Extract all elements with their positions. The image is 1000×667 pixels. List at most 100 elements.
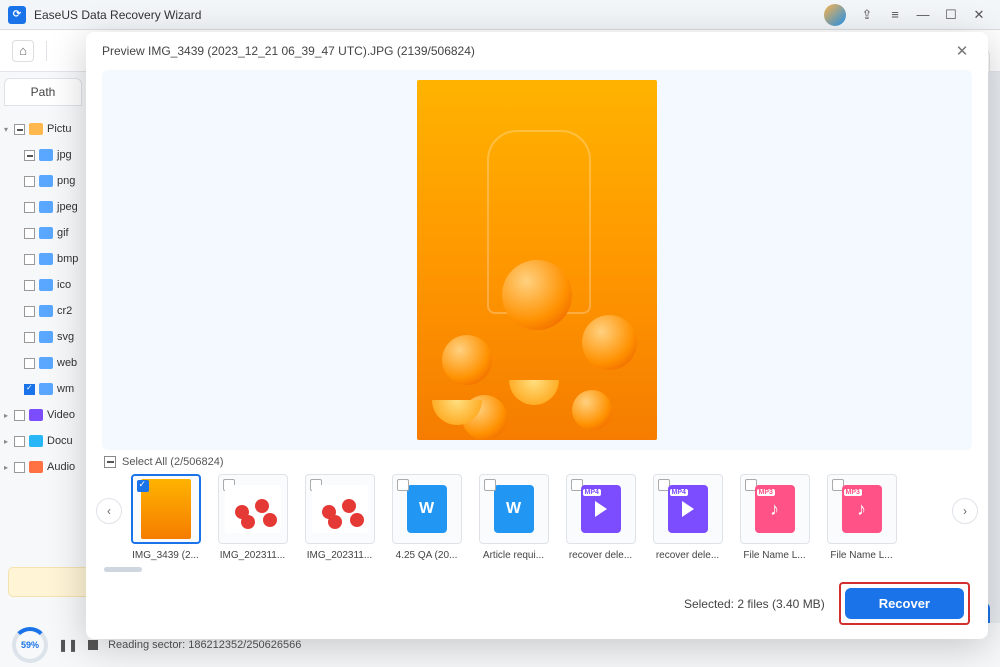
vid-icon <box>29 409 43 421</box>
stop-icon[interactable] <box>88 640 98 650</box>
modal-title: Preview IMG_3439 (2023_12_21 06_39_47 UT… <box>102 44 475 58</box>
tree-checkbox[interactable] <box>24 150 35 161</box>
tree-label: gif <box>57 227 69 239</box>
thumb-box[interactable]: ♪MP3 <box>827 474 897 544</box>
tree-item-gif[interactable]: gif <box>0 220 86 246</box>
thumb-item[interactable]: IMG_202311... <box>215 474 290 561</box>
select-all-row[interactable]: Select All (2/506824) <box>86 450 988 470</box>
tree-checkbox[interactable] <box>24 176 35 187</box>
tree-item-pictu[interactable]: ▾Pictu <box>0 116 86 142</box>
thumb-item[interactable]: IMG_3439 (2... <box>128 474 203 561</box>
thumb-label: recover dele... <box>650 550 725 561</box>
tree-checkbox[interactable] <box>24 280 35 291</box>
tree-label: Video <box>47 409 75 421</box>
preview-image <box>417 80 657 440</box>
tree-checkbox[interactable] <box>24 228 35 239</box>
thumbnails-row: ‹ IMG_3439 (2... IMG_202311... IMG_202311.… <box>86 470 988 561</box>
folder-icon <box>39 201 53 213</box>
tree-item-ico[interactable]: ico <box>0 272 86 298</box>
tree-label: jpg <box>57 149 72 161</box>
tree-item-png[interactable]: png <box>0 168 86 194</box>
tree-checkbox[interactable] <box>24 202 35 213</box>
tree-label: ico <box>57 279 71 291</box>
thumb-label: IMG_3439 (2... <box>128 550 203 561</box>
thumb-item[interactable]: IMG_202311... <box>302 474 377 561</box>
tree-label: web <box>57 357 77 369</box>
tree-item-audio[interactable]: ▸Audio <box>0 454 86 480</box>
tree-checkbox[interactable] <box>24 306 35 317</box>
app-icon: ⟳ <box>8 6 26 24</box>
modal-close-icon[interactable]: ✕ <box>952 41 972 61</box>
tree-label: Audio <box>47 461 75 473</box>
tree-checkbox[interactable] <box>24 254 35 265</box>
menu-icon[interactable]: ≡ <box>882 4 908 26</box>
thumb-box[interactable] <box>218 474 288 544</box>
thumb-item[interactable]: W Article requi... <box>476 474 551 561</box>
folder-icon <box>39 175 53 187</box>
tree-label: png <box>57 175 75 187</box>
folder-icon <box>39 149 53 161</box>
tree-checkbox[interactable] <box>14 124 25 135</box>
thumb-box[interactable]: MP4 <box>566 474 636 544</box>
folder-icon <box>39 227 53 239</box>
tree-item-jpeg[interactable]: jpeg <box>0 194 86 220</box>
recover-highlight: Recover <box>839 582 970 625</box>
tree-item-docu[interactable]: ▸Docu <box>0 428 86 454</box>
thumb-label: 4.25 QA (20... <box>389 550 464 561</box>
thumb-item[interactable]: ♪MP3File Name L... <box>737 474 812 561</box>
thumb-box[interactable] <box>305 474 375 544</box>
folder-icon <box>39 305 53 317</box>
select-all-checkbox[interactable] <box>104 456 116 468</box>
share-icon[interactable]: ⇪ <box>854 4 880 26</box>
thumb-checkbox[interactable] <box>397 479 409 491</box>
tree-checkbox[interactable] <box>24 358 35 369</box>
minimize-button[interactable]: — <box>910 4 936 26</box>
tree-checkbox[interactable] <box>14 462 25 473</box>
thumb-box[interactable]: W <box>479 474 549 544</box>
thumbs-next-button[interactable]: › <box>952 498 978 524</box>
tree-item-web[interactable]: web <box>0 350 86 376</box>
thumb-label: IMG_202311... <box>302 550 377 561</box>
toolbar-separator <box>46 41 47 61</box>
recover-button[interactable]: Recover <box>845 588 964 619</box>
tree-label: wm <box>57 383 74 395</box>
tree-item-jpg[interactable]: jpg <box>0 142 86 168</box>
home-button[interactable]: ⌂ <box>12 40 34 62</box>
tree-checkbox[interactable] <box>24 384 35 395</box>
folder-icon <box>39 331 53 343</box>
tree-item-bmp[interactable]: bmp <box>0 246 86 272</box>
thumb-label: Article requi... <box>476 550 551 561</box>
tree-item-wm[interactable]: wm <box>0 376 86 402</box>
thumb-item[interactable]: W 4.25 QA (20... <box>389 474 464 561</box>
thumb-box[interactable]: ♪MP3 <box>740 474 810 544</box>
thumb-box[interactable] <box>131 474 201 544</box>
tab-path[interactable]: Path <box>4 78 82 106</box>
progress-circle: 59% <box>12 627 48 663</box>
tree-item-cr2[interactable]: cr2 <box>0 298 86 324</box>
preview-modal: Preview IMG_3439 (2023_12_21 06_39_47 UT… <box>86 32 988 639</box>
thumb-item[interactable]: ♪MP3File Name L... <box>824 474 899 561</box>
thumb-box[interactable]: MP4 <box>653 474 723 544</box>
tree-checkbox[interactable] <box>24 332 35 343</box>
pic-icon <box>29 123 43 135</box>
thumb-item[interactable]: MP4 recover dele... <box>650 474 725 561</box>
tree-checkbox[interactable] <box>14 410 25 421</box>
thumb-checkbox[interactable] <box>137 480 149 492</box>
user-avatar-icon[interactable] <box>824 4 846 26</box>
thumbs-prev-button[interactable]: ‹ <box>96 498 122 524</box>
tree-label: bmp <box>57 253 78 265</box>
thumb-item[interactable]: MP4recover dele... <box>563 474 638 561</box>
aud-icon <box>29 461 43 473</box>
pause-icon[interactable]: ❚❚ <box>58 638 78 652</box>
caret-icon: ▸ <box>4 437 12 446</box>
tree-item-svg[interactable]: svg <box>0 324 86 350</box>
select-all-label: Select All (2/506824) <box>122 456 224 468</box>
thumb-checkbox[interactable] <box>484 479 496 491</box>
tree-checkbox[interactable] <box>14 436 25 447</box>
modal-header: Preview IMG_3439 (2023_12_21 06_39_47 UT… <box>86 32 988 70</box>
tree-item-video[interactable]: ▸Video <box>0 402 86 428</box>
thumb-box[interactable]: W <box>392 474 462 544</box>
maximize-button[interactable]: ☐ <box>938 4 964 26</box>
close-button[interactable]: ✕ <box>966 4 992 26</box>
doc-icon <box>29 435 43 447</box>
